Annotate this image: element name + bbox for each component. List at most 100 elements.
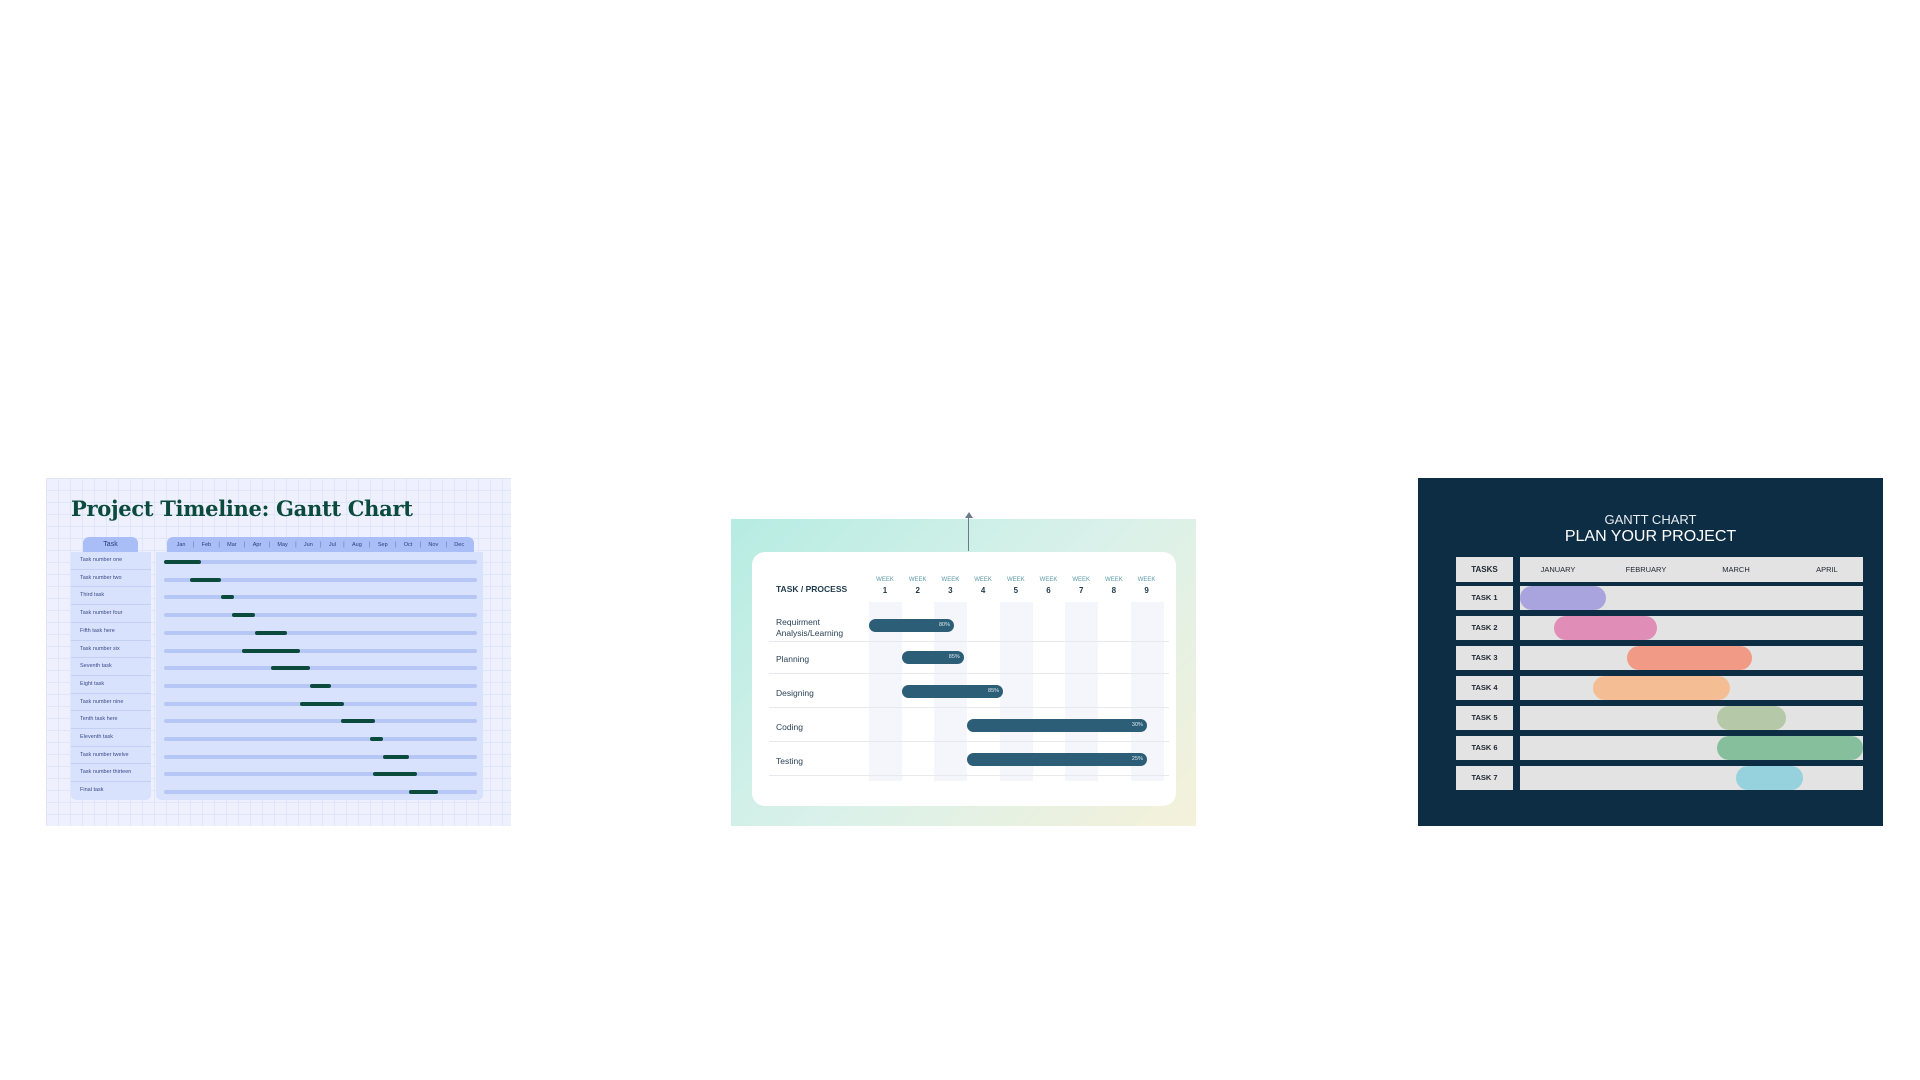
row-divider bbox=[71, 674, 151, 676]
month-label: Jan bbox=[176, 541, 186, 548]
week-word: WEEK bbox=[1006, 577, 1025, 583]
timeline-area bbox=[156, 552, 483, 800]
task-label: Third task bbox=[80, 592, 105, 599]
percent-label: 80% bbox=[939, 622, 951, 628]
week-word: WEEK bbox=[974, 577, 992, 583]
task-label: TASK 6 bbox=[1456, 736, 1513, 760]
week-word: WEEK bbox=[908, 577, 927, 583]
month-separator: | bbox=[419, 541, 422, 548]
task-label: Eleventh task bbox=[80, 734, 114, 740]
month-label: Mar bbox=[227, 541, 237, 548]
row-divider bbox=[71, 621, 151, 623]
month-label: JANUARY bbox=[1540, 565, 1576, 574]
task-process-header: TASK / PROCESS bbox=[776, 584, 848, 594]
chart-subtitle: GANTT CHART bbox=[1604, 512, 1697, 527]
row-divider bbox=[769, 741, 1169, 742]
percent-label: 25% bbox=[1131, 756, 1143, 762]
gantt-bar bbox=[1520, 586, 1606, 610]
timeline-track bbox=[164, 613, 477, 618]
task-label: Designing bbox=[776, 688, 814, 698]
task-label: TASK 2 bbox=[1456, 616, 1513, 640]
task-label: Tenth task here bbox=[80, 716, 118, 723]
gantt-bar bbox=[255, 630, 287, 635]
task-label: Testing bbox=[776, 756, 803, 766]
percent-label: 85% bbox=[948, 654, 960, 660]
month-label: Jul bbox=[328, 541, 336, 548]
timeline-track bbox=[1520, 766, 1863, 790]
row-divider bbox=[769, 775, 1169, 776]
task-label: Task number thirteen bbox=[80, 769, 132, 776]
week-header: WEEK 9 bbox=[1134, 577, 1160, 595]
arrow-up-icon bbox=[965, 512, 973, 518]
month-separator: | bbox=[369, 541, 371, 548]
percent-label: 85% bbox=[988, 688, 1000, 694]
week-word: WEEK bbox=[941, 577, 960, 583]
task-label: Task number nine bbox=[80, 698, 124, 705]
gantt-card-weekly-process: TASK / PROCESS WEEK 1 WEEK 2 WEEK 3 WEEK 4 WEEK 5… bbox=[731, 512, 1196, 826]
gantt-bar bbox=[310, 683, 331, 688]
row-divider bbox=[71, 657, 151, 659]
row-divider bbox=[71, 745, 151, 747]
week-header: WEEK 7 bbox=[1068, 577, 1094, 595]
task-label: TASK 3 bbox=[1456, 646, 1513, 670]
timeline-track bbox=[164, 595, 477, 600]
gantt-card-plan-project: GANTT CHART PLAN YOUR PROJECT TASKS JANU… bbox=[1418, 478, 1883, 826]
week-number: 8 bbox=[1111, 586, 1117, 595]
timeline-track bbox=[164, 648, 477, 653]
gantt-bar bbox=[299, 701, 344, 706]
gantt-bar: 30% bbox=[967, 719, 1147, 732]
month-separator: | bbox=[192, 541, 195, 548]
gantt-bar bbox=[1592, 676, 1731, 700]
timeline-track bbox=[164, 666, 477, 671]
month-separator: | bbox=[445, 541, 448, 548]
week-header: WEEK 6 bbox=[1036, 577, 1062, 595]
month-label: Jun bbox=[303, 541, 313, 548]
task-label: Coding bbox=[776, 722, 803, 732]
gantt-bar bbox=[1554, 616, 1658, 640]
week-header: WEEK 4 bbox=[970, 577, 996, 595]
gantt-bar: 85% bbox=[901, 685, 1004, 698]
month-label: Aug bbox=[351, 541, 362, 548]
row-divider bbox=[769, 673, 1169, 674]
week-number: 3 bbox=[948, 586, 953, 595]
row-divider bbox=[71, 568, 151, 570]
gantt-bar bbox=[221, 595, 235, 600]
task-label: Task number two bbox=[80, 574, 122, 581]
gantt-bar bbox=[1717, 706, 1786, 730]
row-divider bbox=[71, 710, 151, 712]
gantt-bar bbox=[1627, 646, 1752, 670]
month-label: Feb bbox=[201, 541, 212, 548]
month-label: Apr bbox=[252, 541, 262, 548]
row-divider bbox=[769, 641, 1169, 642]
timeline-track bbox=[1520, 706, 1863, 730]
row-divider bbox=[71, 692, 151, 694]
timeline-track bbox=[164, 719, 477, 724]
week-number: 2 bbox=[915, 586, 920, 595]
week-header: WEEK 2 bbox=[905, 577, 931, 595]
month-separator: | bbox=[394, 541, 397, 548]
month-label: Sep bbox=[377, 541, 388, 548]
gantt-bar bbox=[341, 719, 376, 724]
month-separator: | bbox=[295, 541, 297, 548]
month-separator: | bbox=[218, 541, 220, 548]
timeline-track bbox=[164, 737, 477, 741]
timeline-track bbox=[164, 772, 477, 777]
gantt-bar: 85% bbox=[901, 651, 964, 664]
gantt-bar bbox=[370, 737, 384, 741]
week-word: WEEK bbox=[1105, 577, 1123, 583]
row-divider bbox=[71, 639, 151, 641]
month-label: Dec bbox=[454, 541, 465, 548]
row-divider bbox=[71, 604, 151, 606]
row-divider bbox=[769, 707, 1169, 708]
week-word: WEEK bbox=[876, 577, 894, 583]
row-divider bbox=[71, 763, 151, 765]
week-header: WEEK 5 bbox=[1003, 577, 1029, 595]
task-label: Eight task bbox=[80, 680, 105, 687]
task-label: TASK 7 bbox=[1456, 766, 1513, 790]
task-column-header: Task bbox=[83, 537, 138, 552]
task-label: TASK 5 bbox=[1456, 706, 1513, 730]
task-label: Task number one bbox=[80, 557, 123, 563]
task-label: Task number twelve bbox=[80, 751, 129, 758]
week-word: WEEK bbox=[1137, 577, 1156, 583]
week-number: 5 bbox=[1013, 586, 1019, 595]
